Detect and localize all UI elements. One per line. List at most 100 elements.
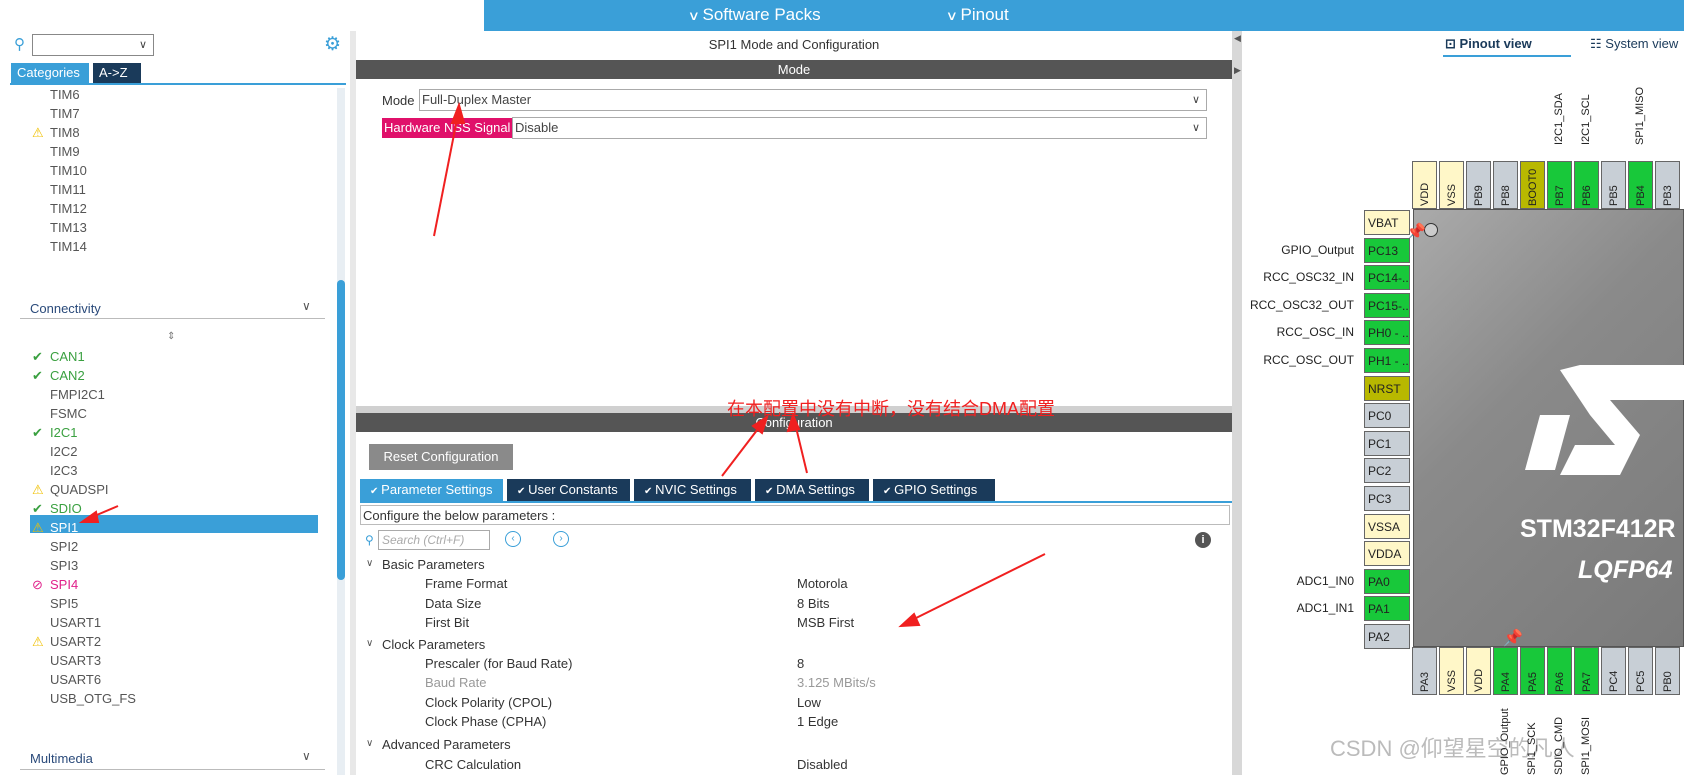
pin-pc2[interactable]: PC2 [1364,458,1410,484]
timer-item[interactable]: TIM7 [50,106,80,121]
pin-pa2[interactable]: PA2 [1364,624,1410,649]
param-value[interactable]: MSB First [797,615,854,630]
pin-vdda[interactable]: VDDA [1364,541,1410,567]
peripheral-item-i2c2[interactable]: I2C2 [50,444,77,459]
peripheral-item-spi3[interactable]: SPI3 [50,558,78,573]
pin-pc15[interactable]: PC15-.. [1364,292,1410,318]
tab-dma-settings[interactable]: ✔ DMA Settings [755,479,869,501]
peripheral-item-spi5[interactable]: SPI5 [50,596,78,611]
pin-ph1[interactable]: PH1 - .. [1364,348,1410,373]
peripheral-item-sdio[interactable]: SDIO [50,501,82,516]
timer-item[interactable]: TIM8 [50,125,80,140]
peripheral-item-i2c1[interactable]: I2C1 [50,425,77,440]
timer-item[interactable]: TIM10 [50,163,87,178]
pin-pb7[interactable]: PB7 [1547,161,1572,209]
tab-gpio-settings[interactable]: ✔ GPIO Settings [873,479,995,501]
collapse-icon[interactable]: ∨ [366,738,373,749]
pin-pc5[interactable]: PC5 [1628,647,1653,695]
pin-pc14[interactable]: PC14-.. [1364,265,1410,291]
pin-pc1[interactable]: PC1 [1364,430,1410,456]
pin-pa0[interactable]: PA0 [1364,568,1410,594]
tab-nvic-settings[interactable]: ✔ NVIC Settings [634,479,751,501]
pin-pb6[interactable]: PB6 [1574,161,1599,209]
mode-select[interactable]: Full-Duplex Master ∨ [419,89,1207,111]
collapse-icon[interactable]: ∨ [366,558,373,569]
pin-vssa[interactable]: VSSA [1364,513,1410,539]
param-value[interactable]: Disabled [797,757,848,772]
peripheral-item-quadspi[interactable]: QUADSPI [50,482,109,497]
timer-item[interactable]: TIM6 [50,87,80,102]
timer-item[interactable]: TIM11 [50,182,86,197]
timer-item[interactable]: TIM13 [50,220,87,235]
peripheral-item-usart6[interactable]: USART6 [50,672,101,687]
pin-boot0[interactable]: BOOT0 [1520,161,1545,209]
pin-pa4[interactable]: PA4 [1493,647,1518,695]
tab-pinout-view[interactable]: ⊡ Pinout view [1445,36,1532,52]
pin-pa5[interactable]: PA5 [1520,647,1545,695]
collapse-icon[interactable]: ∨ [366,638,373,649]
pin-pc0[interactable]: PC0 [1364,403,1410,429]
tab-system-view[interactable]: ☷ System view [1590,36,1678,52]
pin-pc3[interactable]: PC3 [1364,486,1410,511]
pin-vss[interactable]: VSS [1439,161,1464,209]
pin-pb8[interactable]: PB8 [1493,161,1518,209]
pin-pb5[interactable]: PB5 [1601,161,1626,209]
peripheral-item-spi4[interactable]: SPI4 [50,577,78,592]
category-multimedia[interactable]: Multimedia [30,751,93,766]
category-connectivity[interactable]: Connectivity [30,301,101,316]
param-value[interactable]: 8 Bits [797,596,830,611]
param-value[interactable]: 1 Edge [797,714,838,729]
param-value[interactable]: Motorola [797,576,848,591]
peripheral-item-spi2[interactable]: SPI2 [50,539,78,554]
nss-select[interactable]: Disable ∨ [512,117,1207,139]
search-next-icon[interactable]: › [553,531,569,547]
collapse-left-icon[interactable]: ◀ [1234,33,1241,44]
pin-vdd[interactable]: VDD [1466,647,1491,695]
peripheral-item-fmpi2c1[interactable]: FMPI2C1 [50,387,105,402]
pin-vdd[interactable]: VDD [1412,161,1437,209]
param-value[interactable]: 3.125 MBits/s [797,675,876,690]
peripheral-item-usart2[interactable]: USART2 [50,634,101,649]
pin-pb9[interactable]: PB9 [1466,161,1491,209]
peripheral-item-i2c3[interactable]: I2C3 [50,463,77,478]
pin-pa1[interactable]: PA1 [1364,596,1410,622]
peripheral-item-usart3[interactable]: USART3 [50,653,101,668]
pin-vss[interactable]: VSS [1439,647,1464,695]
tab-parameter-settings[interactable]: ✔ Parameter Settings [360,479,503,501]
tab-categories[interactable]: Categories [11,63,89,83]
peripheral-item-spi1[interactable]: SPI1 [50,520,78,535]
pinout-menu[interactable]: ∨ Pinout [946,5,1009,25]
timer-item[interactable]: TIM14 [50,239,87,254]
pin-pb4[interactable]: PB4 [1628,161,1653,209]
peripheral-item-can2[interactable]: CAN2 [50,368,85,383]
timer-item[interactable]: TIM9 [50,144,80,159]
timer-item[interactable]: TIM12 [50,201,87,216]
pin-pc4[interactable]: PC4 [1601,647,1626,695]
pin-nrst[interactable]: NRST [1364,375,1410,401]
pin-pa6[interactable]: PA6 [1547,647,1572,695]
pin-vbat[interactable]: VBAT [1364,210,1410,235]
pin-pb3[interactable]: PB3 [1655,161,1680,209]
pin-pc13[interactable]: PC13 [1364,237,1410,263]
param-value[interactable]: Low [797,695,821,710]
left-scrollbar-thumb[interactable] [337,280,345,580]
search-combo[interactable]: ∨ [32,34,154,56]
software-packs-menu[interactable]: ∨ Software Packs [688,5,821,25]
sort-icon[interactable]: ⇕ [167,331,175,342]
info-icon[interactable]: i [1195,532,1211,548]
group-clock-parameters[interactable]: Clock Parameters [382,637,485,652]
pin-ph0[interactable]: PH0 - .. [1364,320,1410,346]
collapse-right-icon[interactable]: ▶ [1234,65,1241,76]
param-search-input[interactable]: Search (Ctrl+F) [378,530,490,550]
param-value[interactable]: 8 [797,656,804,671]
peripheral-item-can1[interactable]: CAN1 [50,349,85,364]
peripheral-item-usart1[interactable]: USART1 [50,615,101,630]
peripheral-item-usb_otg_fs[interactable]: USB_OTG_FS [50,691,136,706]
pin-pa3[interactable]: PA3 [1412,647,1437,695]
peripheral-item-fsmc[interactable]: FSMC [50,406,87,421]
right-splitter[interactable] [1232,31,1242,775]
group-advanced-parameters[interactable]: Advanced Parameters [382,737,511,752]
group-basic-parameters[interactable]: Basic Parameters [382,557,485,572]
tab-az[interactable]: A->Z [93,63,141,83]
pin-pb0[interactable]: PB0 [1655,647,1680,695]
